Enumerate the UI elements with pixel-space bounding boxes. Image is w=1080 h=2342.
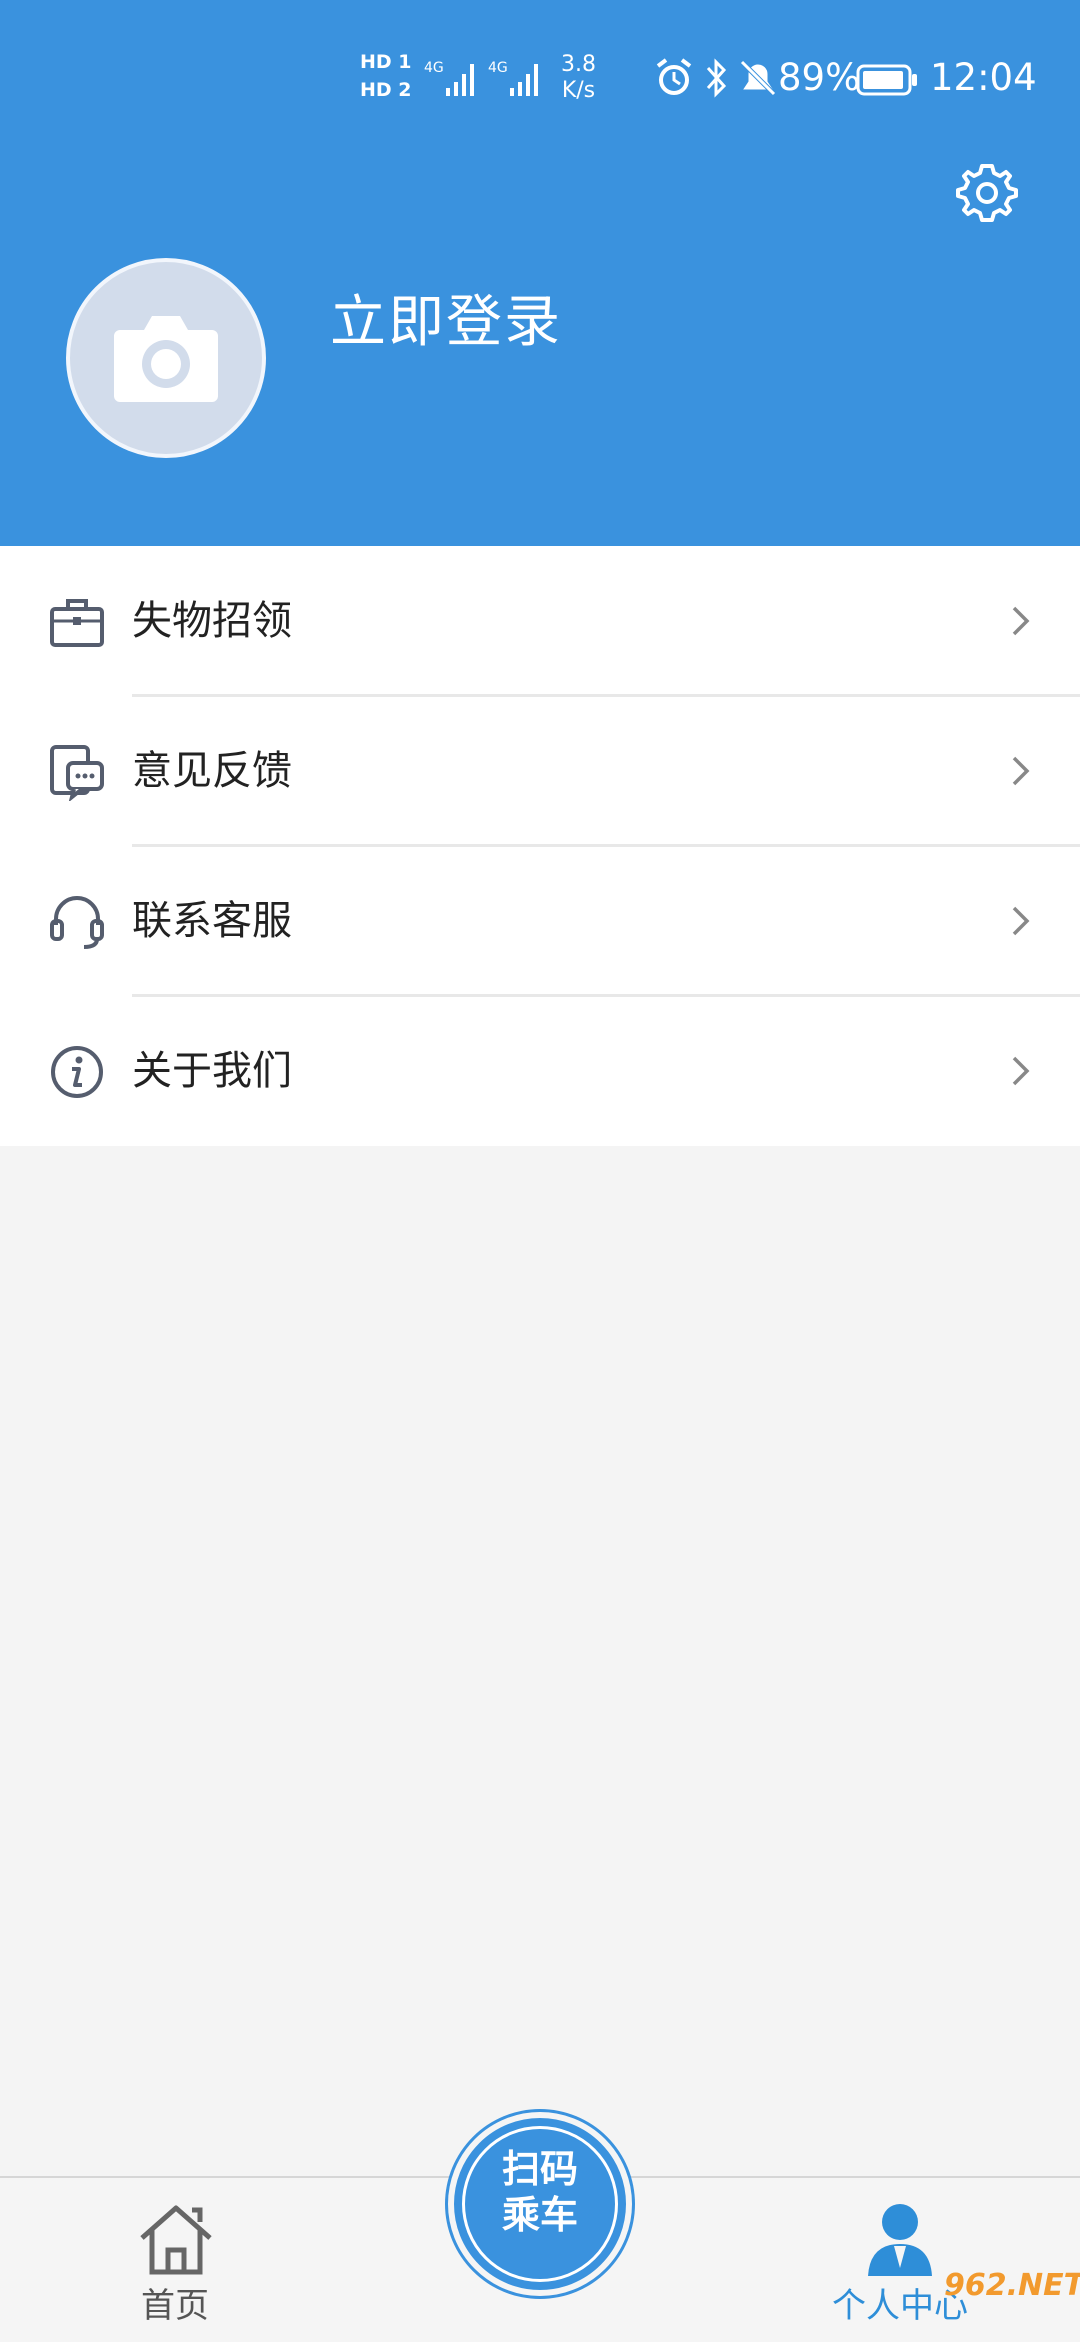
menu-item-lost-found[interactable]: 失物招领 bbox=[0, 546, 1080, 696]
scan-label-line1: 扫码 bbox=[501, 2147, 578, 2191]
settings-gear-icon[interactable] bbox=[954, 160, 1020, 226]
battery-percent: 89% bbox=[778, 56, 861, 99]
tab-home[interactable]: 首页 bbox=[110, 2198, 240, 2338]
menu-list: 失物招领 意见反馈 联系客服 关于我们 bbox=[0, 546, 1080, 1146]
scan-label-line2: 乘车 bbox=[501, 2193, 578, 2237]
menu-item-customer-service[interactable]: 联系客服 bbox=[0, 846, 1080, 996]
sim-indicators: HD 1 HD 2 bbox=[360, 48, 412, 104]
chevron-right-icon bbox=[1012, 1056, 1030, 1086]
menu-item-label: 联系客服 bbox=[132, 898, 292, 944]
menu-item-about-us[interactable]: 关于我们 bbox=[0, 996, 1080, 1146]
camera-icon bbox=[114, 316, 218, 402]
mute-bell-icon bbox=[740, 60, 776, 96]
headset-icon bbox=[50, 896, 104, 949]
scan-ride-button[interactable]: 扫码 乘车 bbox=[448, 2112, 632, 2296]
sim2-label: HD 2 bbox=[360, 79, 412, 101]
svg-text:4G: 4G bbox=[488, 60, 508, 76]
home-icon bbox=[140, 2205, 212, 2275]
tab-home-label: 首页 bbox=[141, 2286, 209, 2326]
feedback-chat-icon bbox=[50, 745, 104, 801]
chevron-right-icon bbox=[1012, 906, 1030, 936]
scan-ride-label: 扫码 乘车 bbox=[454, 2146, 626, 2238]
menu-item-feedback[interactable]: 意见反馈 bbox=[0, 696, 1080, 846]
battery-icon bbox=[856, 64, 917, 96]
svg-text:4G: 4G bbox=[424, 60, 444, 76]
watermark-logo: 962.NET bbox=[944, 2268, 1080, 2303]
user-icon bbox=[868, 2204, 932, 2276]
menu-item-label: 关于我们 bbox=[132, 1048, 292, 1094]
bluetooth-icon bbox=[706, 58, 727, 98]
chevron-right-icon bbox=[1012, 756, 1030, 786]
network-speed: 3.8 K/s bbox=[561, 52, 596, 104]
signal-4g-icon-2: 4G bbox=[488, 60, 538, 96]
profile-header: HD 1 HD 2 4G 4G 3.8 K/s 89% 12:04 立即登录 bbox=[0, 0, 1080, 546]
sim1-label: HD 1 bbox=[360, 51, 412, 73]
menu-item-label: 失物招领 bbox=[132, 598, 292, 644]
speed-value: 3.8 bbox=[561, 52, 596, 77]
clock: 12:04 bbox=[930, 56, 1037, 99]
login-button[interactable]: 立即登录 bbox=[330, 288, 562, 358]
chevron-right-icon bbox=[1012, 606, 1030, 636]
speed-unit: K/s bbox=[561, 78, 596, 103]
briefcase-icon bbox=[50, 599, 104, 647]
avatar[interactable] bbox=[66, 258, 266, 458]
alarm-icon bbox=[656, 58, 692, 95]
menu-item-label: 意见反馈 bbox=[132, 748, 292, 794]
info-icon bbox=[51, 1046, 103, 1098]
signal-4g-icon-1: 4G bbox=[424, 60, 474, 96]
status-bar: HD 1 HD 2 4G 4G 3.8 K/s 89% 12:04 bbox=[0, 0, 1080, 150]
